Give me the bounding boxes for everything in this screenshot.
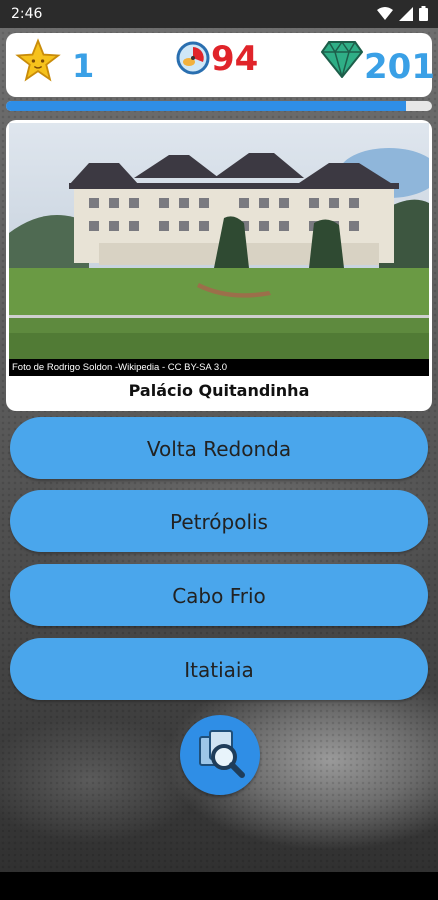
answer-option-1[interactable]: Volta Redonda	[10, 417, 428, 479]
system-nav-bar	[0, 872, 438, 900]
score-bar: 1 94 201	[6, 33, 435, 97]
status-bar: 2:46	[0, 0, 438, 28]
timer-progress-bar	[6, 101, 432, 111]
gems-count: 201	[364, 47, 435, 87]
battery-icon	[419, 6, 428, 21]
timer-value: 94	[211, 39, 259, 79]
palace-illustration	[9, 123, 429, 376]
progress-fill	[6, 101, 407, 111]
star-icon	[15, 38, 61, 82]
landmark-caption: Palácio Quitandinha	[128, 381, 310, 400]
answer-option-2[interactable]: Petrópolis	[10, 490, 428, 552]
landmark-photo: Foto de Rodrigo Soldon -Wikipedia - CC B…	[9, 123, 429, 376]
signal-icon	[399, 6, 413, 21]
gem-icon	[321, 40, 363, 78]
stars-count: 1	[72, 47, 95, 85]
timer-icon	[176, 41, 210, 75]
answer-option-3[interactable]: Cabo Frio	[10, 564, 428, 626]
status-time: 2:46	[11, 6, 43, 22]
photo-credit: Foto de Rodrigo Soldon -Wikipedia - CC B…	[9, 359, 429, 376]
magnifier-hint-icon	[199, 730, 245, 778]
wifi-icon	[377, 6, 393, 20]
answer-option-4[interactable]: Itatiaia	[10, 638, 428, 700]
hint-button[interactable]	[180, 715, 260, 795]
question-card: Foto de Rodrigo Soldon -Wikipedia - CC B…	[6, 120, 432, 411]
status-icons	[377, 6, 428, 21]
